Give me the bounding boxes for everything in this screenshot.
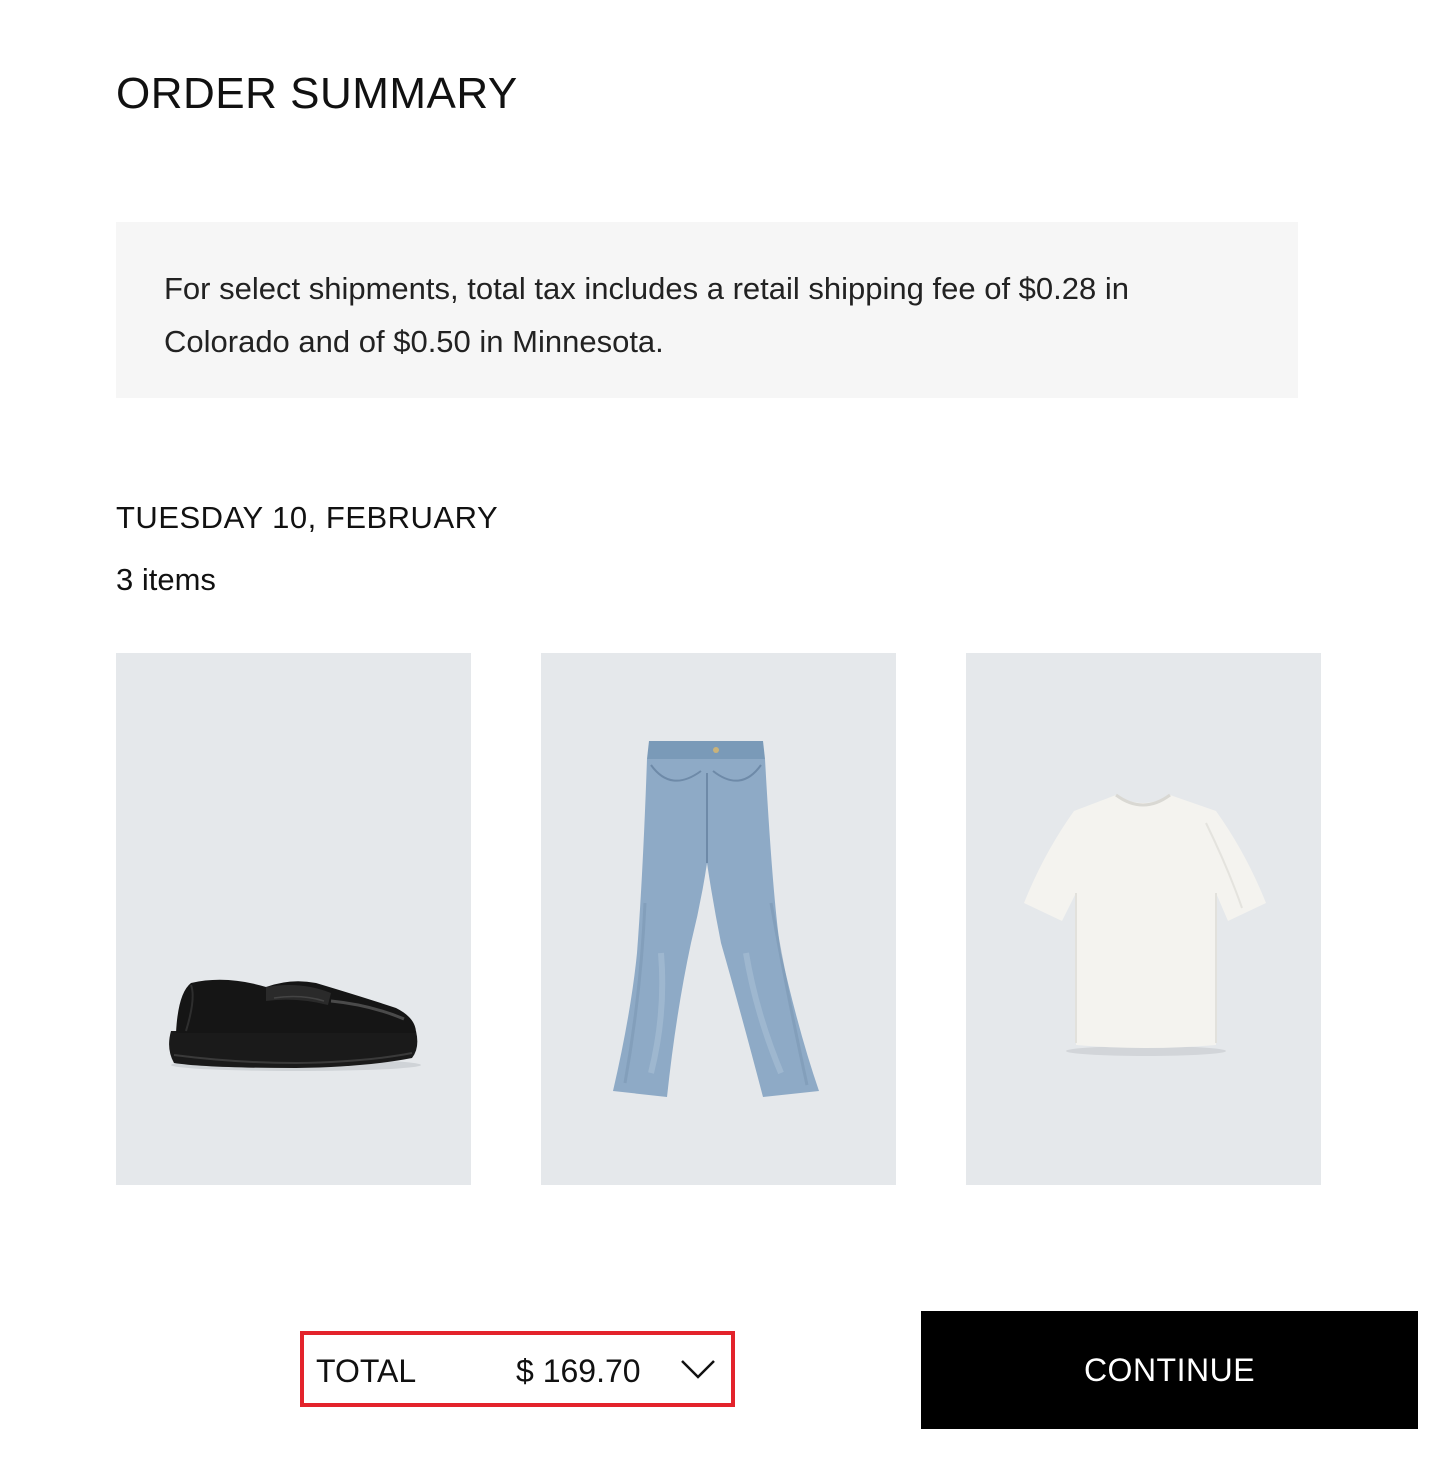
chevron-down-icon[interactable] (680, 1357, 716, 1381)
delivery-date: TUESDAY 10, FEBRUARY (116, 500, 499, 535)
total-value: $ 169.70 (516, 1353, 641, 1389)
total-label: TOTAL (316, 1353, 417, 1389)
page-title: ORDER SUMMARY (116, 69, 518, 118)
product-card-jeans[interactable] (541, 653, 896, 1185)
product-card-loafer[interactable] (116, 653, 471, 1185)
black-loafer-image (169, 979, 421, 1071)
product-card-tshirt[interactable] (966, 653, 1321, 1185)
blue-jeans-image (613, 741, 819, 1097)
continue-button[interactable]: CONTINUE (921, 1311, 1418, 1429)
item-count: 3 items (116, 562, 216, 597)
order-total-toggle[interactable]: TOTAL $ 169.70 (300, 1331, 735, 1407)
shipping-fee-notice: For select shipments, total tax includes… (116, 222, 1298, 398)
white-tshirt-image (1024, 793, 1266, 1056)
